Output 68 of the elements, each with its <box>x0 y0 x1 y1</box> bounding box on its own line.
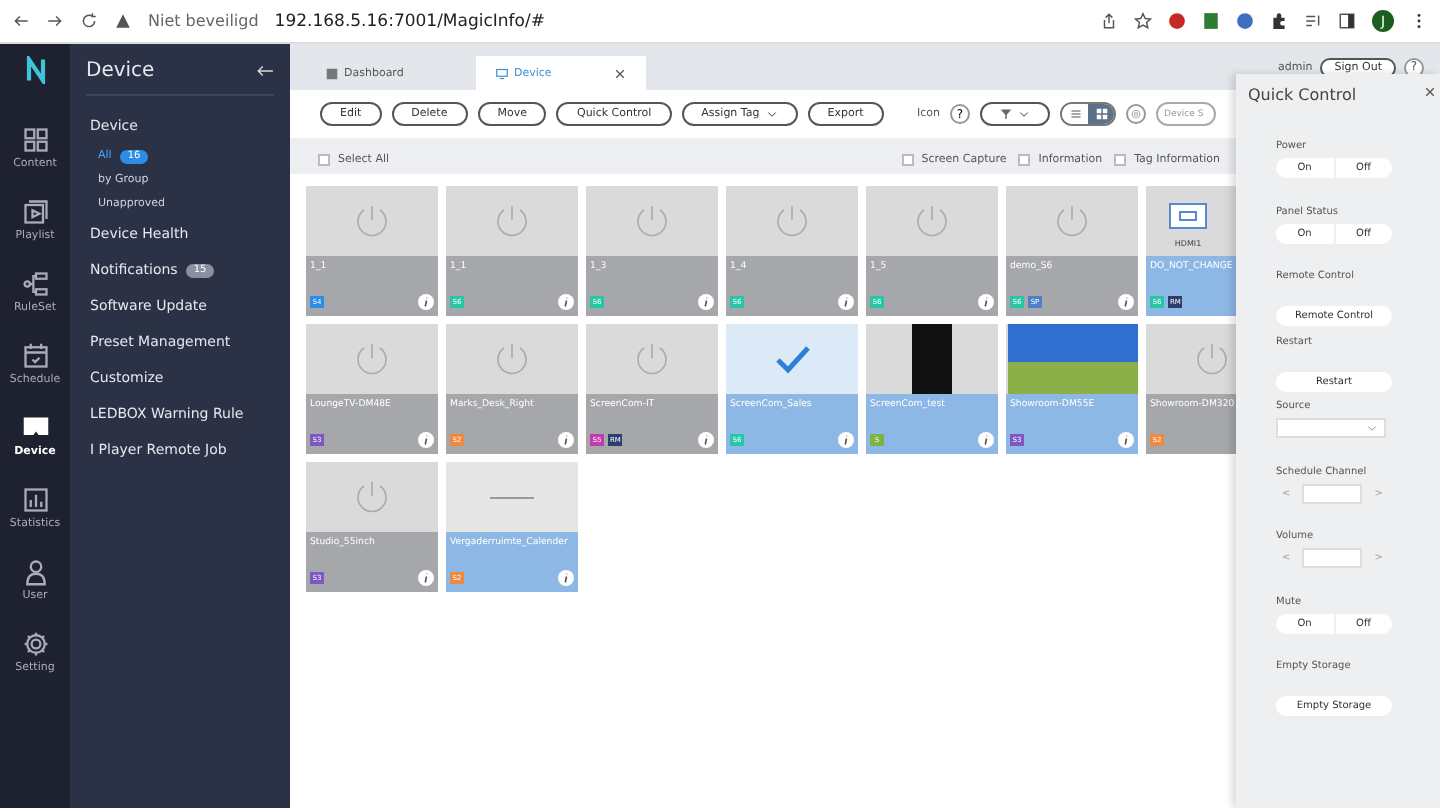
info-icon[interactable] <box>1118 432 1134 448</box>
calendar-icon <box>21 342 49 370</box>
checkbox[interactable] <box>318 154 330 166</box>
info-icon[interactable] <box>978 432 994 448</box>
monitor-icon <box>496 67 508 79</box>
power-icon <box>492 201 532 241</box>
checkbox[interactable] <box>1018 154 1031 166</box>
tree-icon <box>21 270 49 298</box>
info-icon[interactable] <box>1118 294 1134 310</box>
power-icon <box>1192 339 1232 379</box>
user-icon <box>21 558 49 586</box>
warning-icon <box>114 12 132 30</box>
back-icon[interactable] <box>12 12 30 30</box>
star-icon[interactable] <box>1134 12 1152 30</box>
info-icon[interactable] <box>978 294 994 310</box>
info-icon[interactable] <box>418 570 434 586</box>
share-icon[interactable] <box>1100 12 1118 30</box>
power-icon <box>772 201 812 241</box>
address-bar[interactable]: 192.168.5.16:7001/MagicInfo/# <box>274 11 545 31</box>
grid-icon <box>21 126 49 154</box>
security-label: Niet beveiligd <box>148 12 259 30</box>
info-icon[interactable] <box>698 432 714 448</box>
settings-button[interactable] <box>1126 104 1146 124</box>
reload-icon[interactable] <box>80 12 98 30</box>
info-icon[interactable] <box>558 294 574 310</box>
dashboard-icon <box>326 67 338 79</box>
grid-icon <box>1095 108 1107 120</box>
panel-title: Quick Control <box>1248 86 1357 104</box>
settings-icon <box>21 630 49 658</box>
chart-icon <box>21 486 49 514</box>
forward-icon[interactable] <box>46 12 64 30</box>
puzzle-icon[interactable] <box>1270 12 1288 30</box>
info-icon[interactable] <box>838 432 854 448</box>
checkbox[interactable] <box>901 154 914 166</box>
filter-icon <box>1000 108 1012 120</box>
power-icon <box>352 339 392 379</box>
close-icon[interactable] <box>614 67 626 79</box>
close-icon[interactable] <box>1424 86 1436 98</box>
info-icon[interactable] <box>838 294 854 310</box>
list-icon <box>1069 108 1081 120</box>
caret-icon <box>1366 422 1378 434</box>
info-icon[interactable] <box>698 294 714 310</box>
power-icon <box>352 201 392 241</box>
line-icon <box>490 495 534 499</box>
collapse-arrow-icon[interactable] <box>256 62 274 80</box>
photo-placeholder <box>1007 324 1137 394</box>
info-icon[interactable] <box>418 294 434 310</box>
poster-placeholder <box>912 324 952 394</box>
power-icon <box>352 477 392 517</box>
caret-icon <box>1018 108 1030 120</box>
value-field[interactable] <box>1302 483 1363 503</box>
power-icon <box>492 339 532 379</box>
power-icon <box>632 201 672 241</box>
settings-icon <box>1130 108 1142 120</box>
playlist-icon <box>21 198 49 226</box>
info-icon[interactable] <box>418 432 434 448</box>
filter-button[interactable] <box>980 102 1050 126</box>
info-icon[interactable] <box>558 432 574 448</box>
power-icon <box>912 201 952 241</box>
side-panel-icon[interactable] <box>1338 12 1356 30</box>
power-icon <box>632 339 672 379</box>
power-icon <box>1052 201 1092 241</box>
media-icon[interactable] <box>1304 12 1322 30</box>
grid-view-button[interactable] <box>1088 104 1114 124</box>
value-field[interactable] <box>1302 548 1363 568</box>
sidebar-title: Device <box>86 60 155 82</box>
checkbox[interactable] <box>1114 154 1127 166</box>
info-icon[interactable] <box>558 570 574 586</box>
